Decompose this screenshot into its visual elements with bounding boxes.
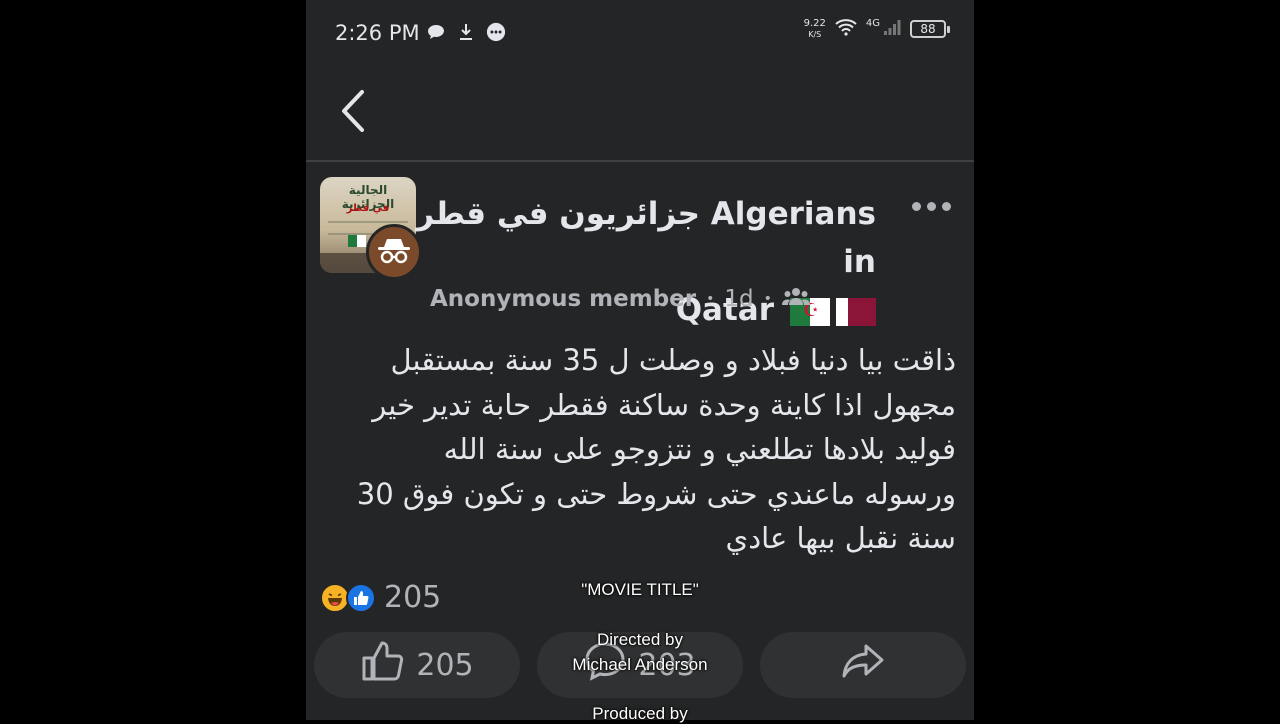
notification-icons: [426, 22, 506, 42]
qatar-flag-icon: [836, 297, 876, 326]
more-options-icon[interactable]: [912, 198, 956, 214]
wifi-icon: [835, 18, 857, 40]
share-arrow-icon: [841, 642, 885, 688]
status-right: 9.22 K/S 4G 88: [804, 17, 950, 40]
chevron-left-icon[interactable]: [334, 88, 374, 134]
message-icon: [486, 22, 506, 42]
action-bar: 205 203: [314, 632, 966, 698]
status-time: 2:26 PM: [335, 21, 420, 45]
like-reaction-icon: [346, 582, 376, 613]
reaction-count: 205: [384, 580, 442, 615]
signal-icon: [883, 18, 901, 40]
group-image-flag: [348, 235, 366, 247]
group-icon: [781, 286, 810, 312]
like-button[interactable]: 205: [314, 632, 520, 698]
anonymous-avatar-icon: [366, 224, 422, 280]
net-speed-unit: K/S: [808, 30, 822, 39]
status-bar: 2:26 PM 9.22 K/S 4G 88: [306, 0, 974, 66]
share-button[interactable]: [760, 632, 966, 698]
comment-count: 203: [638, 647, 696, 683]
network-type: 4G: [865, 17, 880, 29]
post-header: الجالية الجزائرية في قطر جزائريون في قطر…: [306, 172, 974, 328]
author-name[interactable]: Anonymous member: [430, 286, 696, 312]
thumbs-up-icon: [360, 640, 404, 690]
top-nav: [306, 66, 974, 162]
group-name[interactable]: جزائريون في قطر Algerians in Qatar: [416, 190, 876, 334]
post-time[interactable]: 1d: [724, 286, 753, 312]
net-speed-value: 9.22: [803, 18, 826, 29]
reaction-summary[interactable]: 205: [320, 580, 441, 615]
comment-button[interactable]: 203: [537, 632, 743, 698]
post-meta: Anonymous member • 1d •: [430, 286, 810, 312]
meta-separator: •: [763, 291, 772, 307]
chat-bubble-icon: [426, 22, 446, 42]
group-name-line1: جزائريون في قطر Algerians in: [416, 196, 876, 280]
post-body: ذاقت بيا دنيا فبلاد و وصلت ل 35 سنة بمست…: [356, 343, 956, 555]
phone-screen: 2:26 PM 9.22 K/S 4G 88 الجالية الجزائرية…: [306, 0, 974, 720]
download-icon: [456, 22, 476, 42]
like-count: 205: [416, 647, 474, 683]
battery-level: 88: [920, 22, 936, 36]
group-image-subtitle: في قطر: [346, 203, 390, 214]
comment-icon: [584, 640, 626, 690]
battery-icon: 88: [910, 20, 950, 38]
meta-separator: •: [706, 291, 715, 307]
network-speed: 9.22 K/S: [804, 18, 826, 40]
